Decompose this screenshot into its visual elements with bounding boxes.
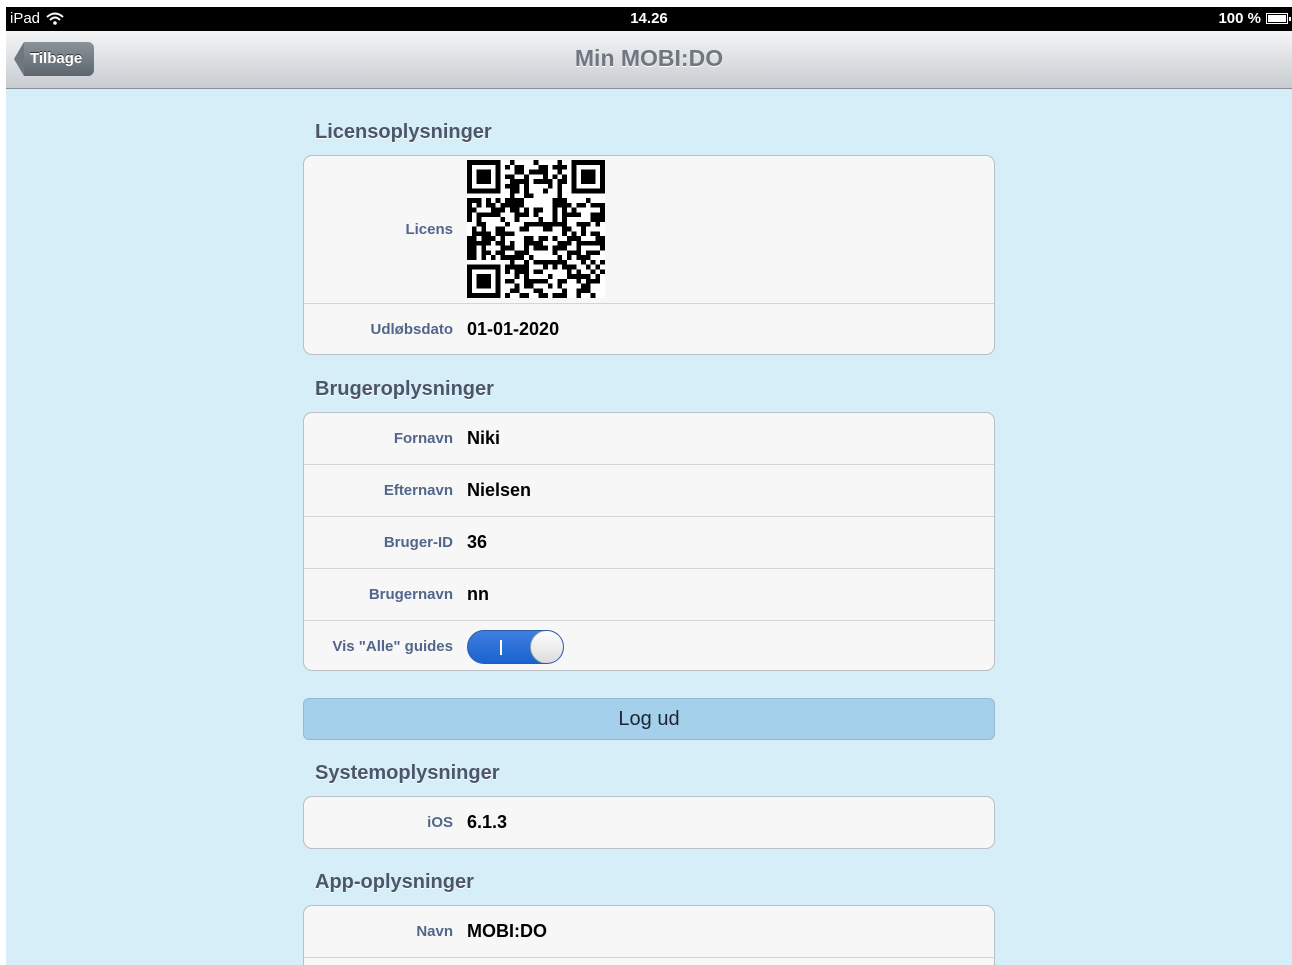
app-name-value: MOBI:DO [467,921,547,941]
lastname-row: Efternavn Nielsen [304,465,994,517]
toggle-on-indicator [500,640,502,655]
username-value: nn [467,584,489,604]
app-group: Navn MOBI:DO [303,905,995,965]
app-next-row [304,958,994,965]
app-name-label: Navn [416,923,453,940]
firstname-label: Fornavn [393,430,453,447]
lastname-value: Nielsen [467,480,532,500]
settings-content: Licensoplysninger Licens Udløbsdato 01-0… [6,89,1292,965]
status-time: 14.26 [630,10,668,27]
firstname-row: Fornavn Niki [304,413,994,465]
navigation-bar: Tilbage Min MOBI:DO [6,31,1292,89]
userid-value: 36 [467,532,488,552]
section-header-license: Licensoplysninger [315,121,492,143]
license-label: Licens [405,221,453,238]
username-row: Brugernavn nn [304,569,994,621]
system-group: iOS 6.1.3 [303,796,995,849]
firstname-value: Niki [467,428,501,448]
section-header-user: Brugeroplysninger [315,378,494,400]
ipad-screen: iPad 14.26 100 % Tilbage Min MOBI:DO Lic… [6,7,1292,965]
ios-value: 6.1.3 [467,812,508,832]
expiry-row: Udløbsdato 01-01-2020 [304,304,994,354]
app-name-row: Navn MOBI:DO [304,906,994,958]
show-all-guides-toggle[interactable] [467,630,564,664]
license-row: Licens [304,156,994,304]
show-all-guides-row: Vis "Alle" guides [304,621,994,670]
logout-button[interactable]: Log ud [303,698,995,740]
ios-label: iOS [427,814,453,831]
section-header-app: App-oplysninger [315,871,474,893]
username-label: Brugernavn [368,586,453,603]
page-title: Min MOBI:DO [574,45,724,71]
userid-label: Bruger-ID [383,534,453,551]
show-all-guides-label: Vis "Alle" guides [332,637,453,655]
expiry-value: 01-01-2020 [467,319,560,339]
ios-row: iOS 6.1.3 [304,797,994,848]
section-header-system: Systemoplysninger [315,762,500,784]
battery-icon [1266,13,1291,24]
expiry-label: Udløbsdato [370,321,454,338]
userid-row: Bruger-ID 36 [304,517,994,569]
qr-code-icon [467,160,605,298]
battery-percent: 100 % [1218,10,1261,27]
lastname-label: Efternavn [383,482,453,499]
status-bar: iPad 14.26 100 % [6,7,1292,31]
toggle-knob [530,631,563,663]
license-group: Licens Udløbsdato 01-01-2020 [303,155,995,355]
user-group: Fornavn Niki Efternavn Nielsen Bruger-ID… [303,412,995,671]
